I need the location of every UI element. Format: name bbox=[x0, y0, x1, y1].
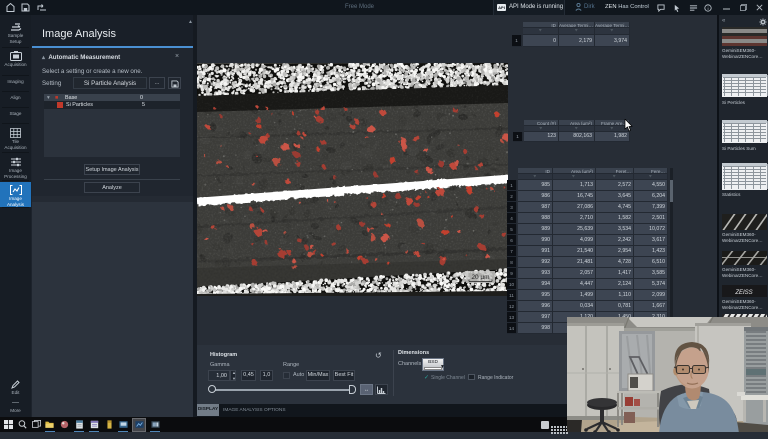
svg-text:i: i bbox=[707, 5, 708, 11]
svg-text:ZEISS: ZEISS bbox=[734, 290, 752, 296]
svg-text:20 µm: 20 µm bbox=[471, 274, 489, 281]
